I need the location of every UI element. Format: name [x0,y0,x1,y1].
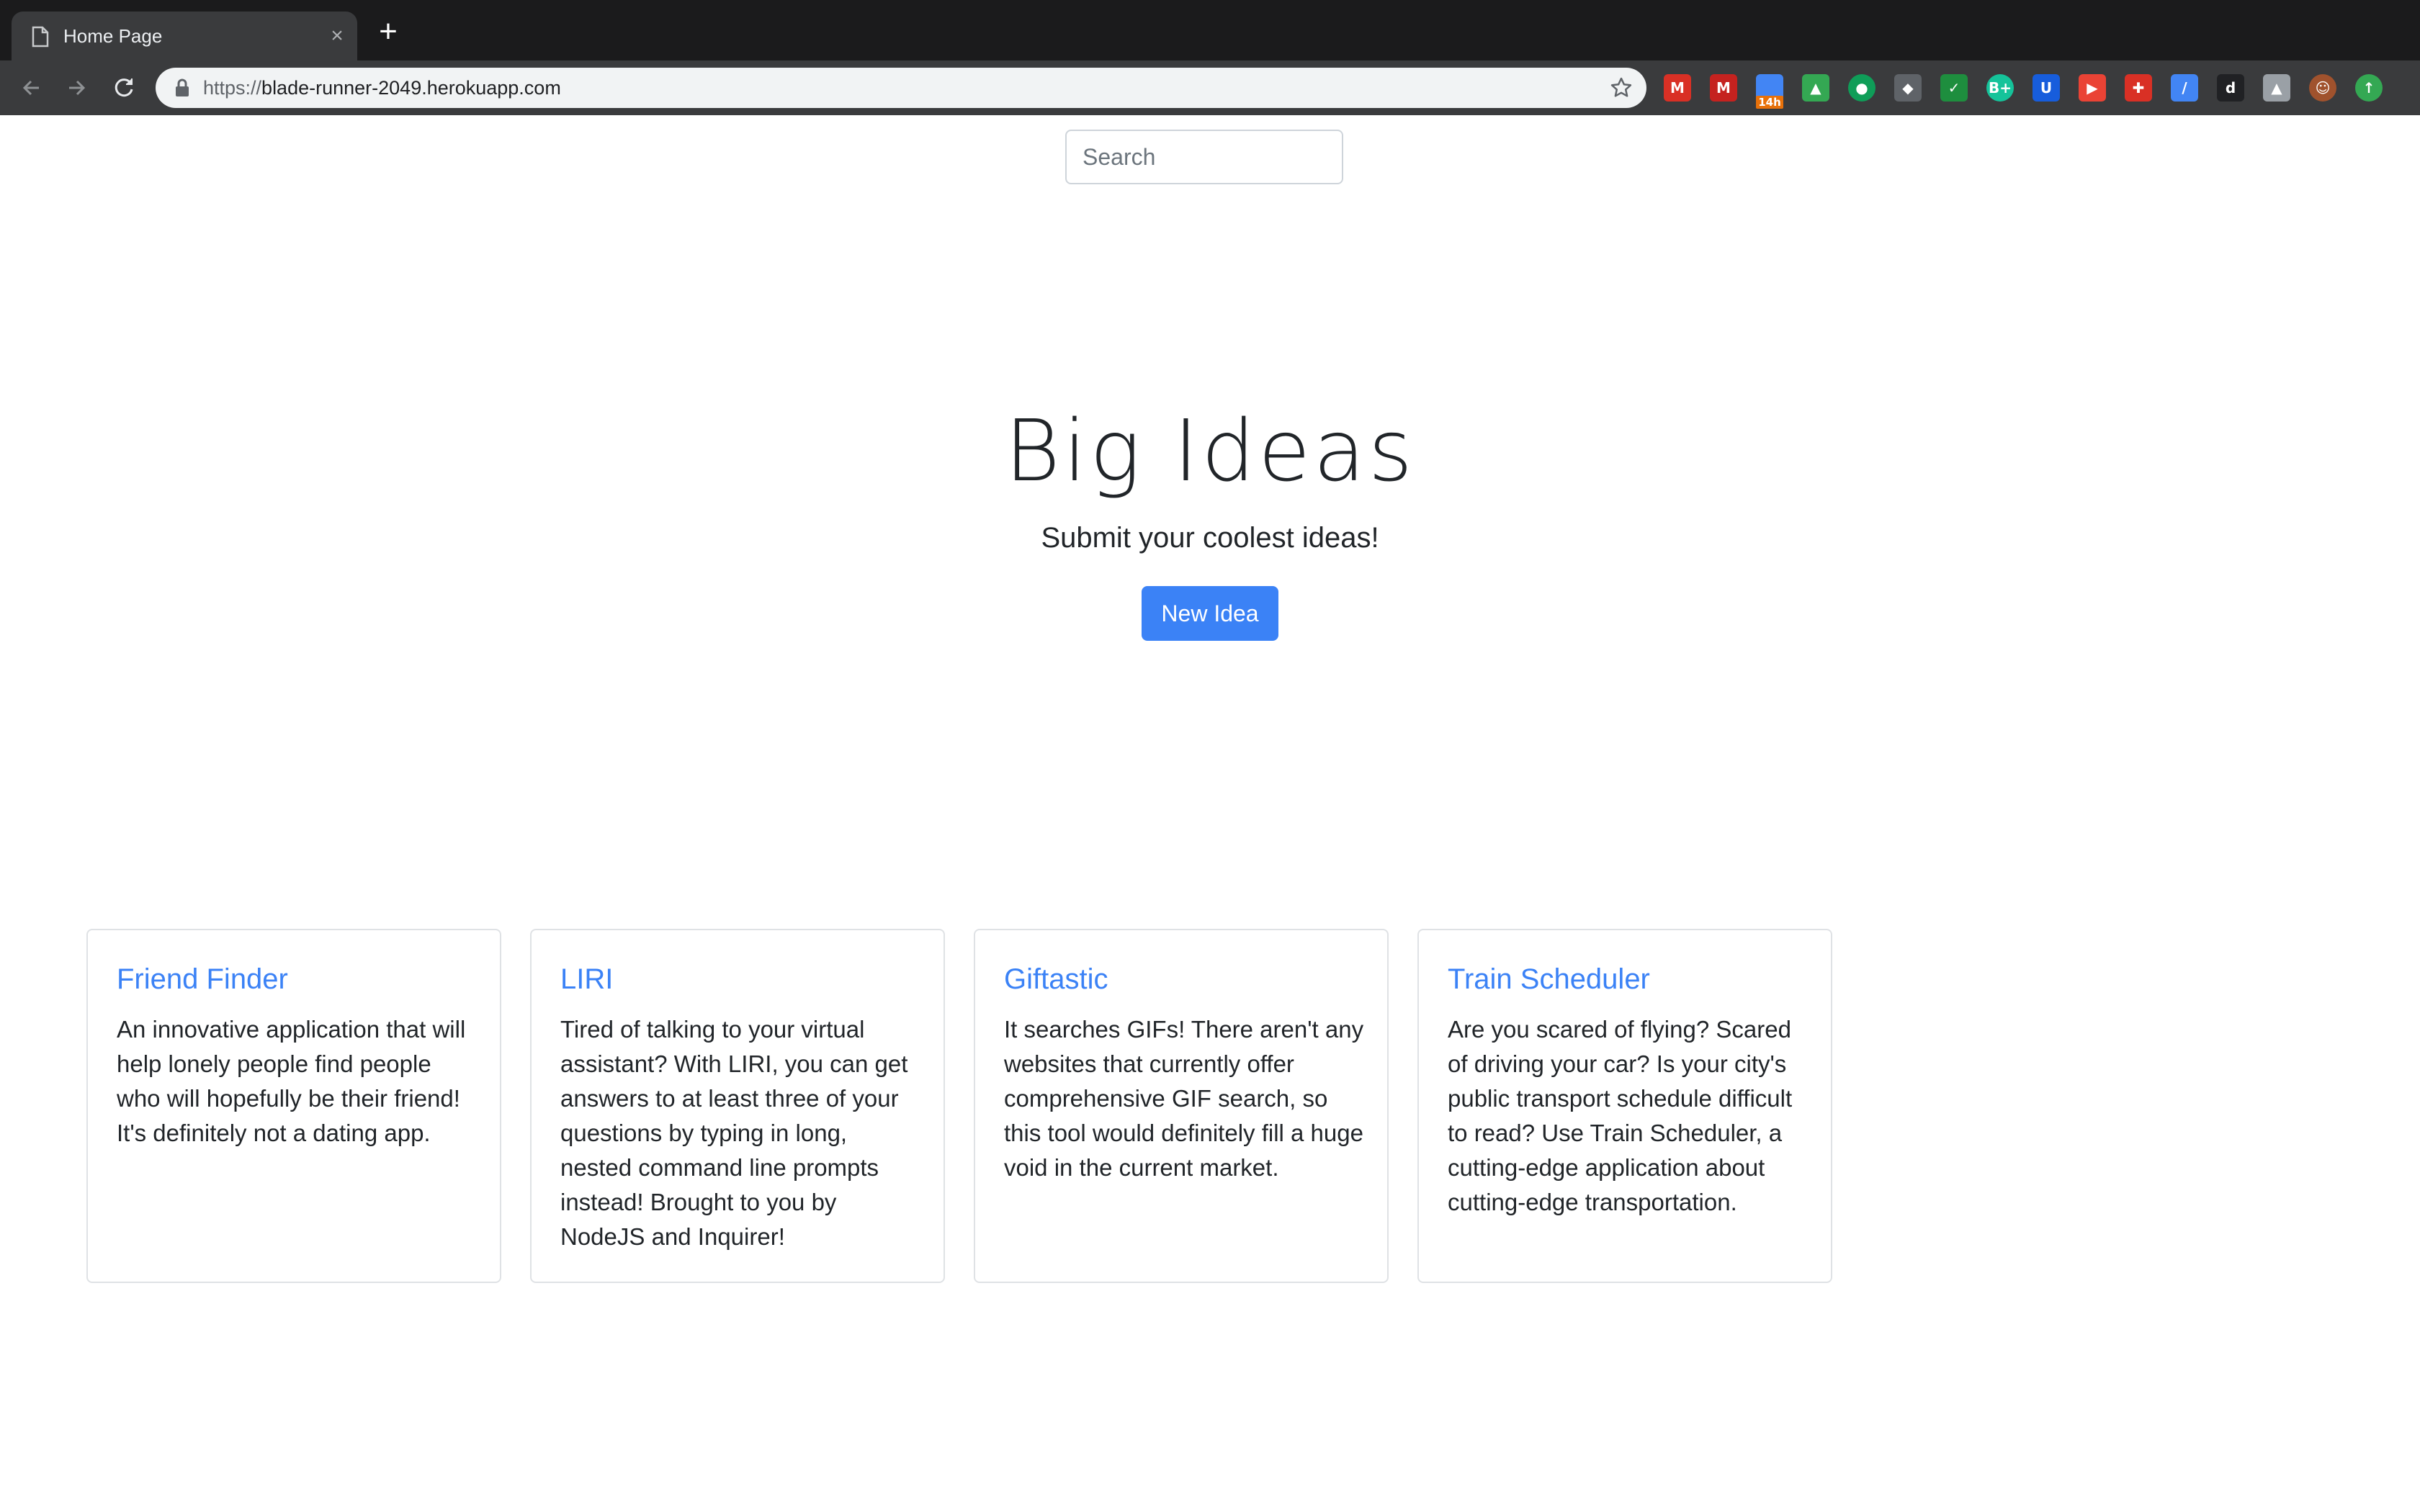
new-idea-button[interactable]: New Idea [1142,586,1278,641]
checkmark-icon[interactable]: ✓ [1940,74,1968,102]
update-icon[interactable]: ↑ [2355,74,2383,102]
keep-icon[interactable]: ◆ [1894,74,1922,102]
address-bar[interactable]: https://blade-runner-2049.herokuapp.com [156,68,1646,108]
gmail-icon[interactable]: M [1710,74,1737,102]
gmail-icon[interactable]: M [1664,74,1691,102]
back-arrow-icon [22,80,39,96]
card-description: An innovative application that will help… [117,1016,466,1146]
cross-icon[interactable]: ✚ [2125,74,2152,102]
reload-icon [115,78,133,97]
pen-icon[interactable]: / [2171,74,2198,102]
grammar-icon[interactable]: B+ [1986,74,2014,102]
tab-strip: Home Page × + [0,0,2420,60]
dark-mode-icon[interactable]: d [2217,74,2244,102]
drive-upload-icon[interactable]: ▲ [2263,74,2290,102]
reload-button[interactable] [108,72,140,104]
card-title-link[interactable]: Giftastic [1004,962,1108,996]
card-title-link[interactable]: Friend Finder [117,962,288,996]
calendar-icon[interactable]: 14h [1756,74,1783,109]
browser-chrome: Home Page × + https://blade-runner-2049.… [0,0,2420,115]
document-icon [30,26,50,48]
drive-icon[interactable]: ▲ [1802,74,1829,102]
profile-avatar-icon[interactable]: ☺ [2309,74,2336,102]
lock-icon [174,78,190,97]
url-text: https://blade-runner-2049.herokuapp.com [203,77,561,99]
web-page: Big Ideas Submit your coolest ideas! New… [0,115,2420,1512]
tab-title: Home Page [63,25,163,47]
card-description: Are you scared of flying? Scared of driv… [1448,1016,1793,1215]
new-tab-button[interactable]: + [372,16,405,49]
idea-card: Giftastic It searches GIFs! There aren't… [974,929,1389,1283]
search-input[interactable] [1065,130,1343,184]
card-title-link[interactable]: Train Scheduler [1448,962,1650,996]
url-host: blade-runner-2049.herokuapp.com [261,77,561,99]
page-title: Big Ideas [1004,401,1416,500]
idea-card: Train Scheduler Are you scared of flying… [1417,929,1832,1283]
hangouts-icon[interactable]: ● [1848,74,1876,102]
extension-badge: 14h [1756,96,1783,109]
url-scheme: https:// [203,77,262,99]
page-subtitle: Submit your coolest ideas! [1041,522,1379,554]
idea-card: Friend Finder An innovative application … [86,929,501,1283]
idea-card: LIRI Tired of talking to your virtual as… [530,929,945,1283]
card-title-link[interactable]: LIRI [560,962,613,996]
card-description: Tired of talking to your virtual assista… [560,1016,908,1250]
forward-button[interactable] [60,72,92,104]
close-tab-icon[interactable]: × [326,24,349,48]
tab-home-page[interactable]: Home Page × [12,12,357,60]
bookmark-star-icon[interactable] [1609,76,1634,100]
bitwarden-icon[interactable]: U [2033,74,2060,102]
forward-arrow-icon [69,80,86,96]
back-button[interactable] [16,72,48,104]
screencast-icon[interactable]: ▶ [2079,74,2106,102]
browser-toolbar: https://blade-runner-2049.herokuapp.com … [0,60,2420,115]
card-description: It searches GIFs! There aren't any websi… [1004,1016,1364,1181]
